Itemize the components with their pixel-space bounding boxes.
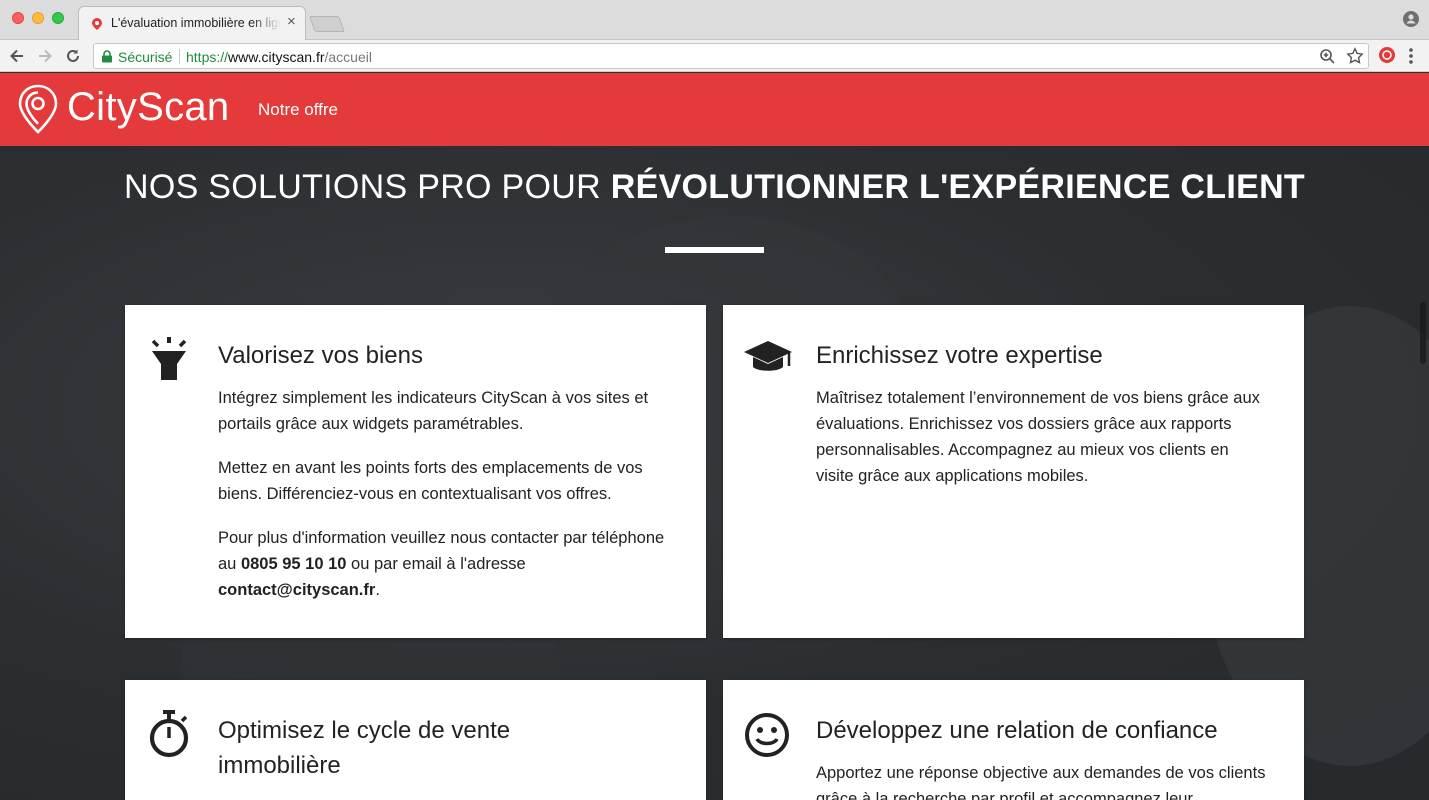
contact-text: . <box>375 581 380 599</box>
url-host: www.cityscan.fr <box>228 49 325 65</box>
card-optimisez: Optimisez le cycle de vente immobilière <box>125 680 706 800</box>
card-body: Intégrez simplement les indicateurs City… <box>218 385 678 621</box>
card-body: Maîtrisez totalement l’environnement de … <box>816 385 1266 507</box>
url-text[interactable]: https://www.cityscan.fr/accueil <box>186 49 372 65</box>
scrollbar-thumb[interactable] <box>1420 302 1426 364</box>
hero-section: NOS SOLUTIONS PRO POUR RÉVOLUTIONNER L'E… <box>0 146 1429 800</box>
lock-icon <box>102 50 112 63</box>
forward-arrow-icon[interactable] <box>35 46 55 66</box>
card-title: Optimisez le cycle de vente immobilière <box>218 717 511 779</box>
url-scheme: https:// <box>186 49 229 65</box>
card-body: Apportez une réponse objective aux deman… <box>816 760 1266 800</box>
card-enrichissez: Enrichissez votre expertise Maîtrisez to… <box>723 305 1304 638</box>
card-valorisez: Valorisez vos biens Intégrez simplement … <box>125 305 706 638</box>
hero-divider <box>665 247 764 253</box>
address-bar[interactable]: Sécurisé https://www.cityscan.fr/accueil <box>93 43 1369 69</box>
browser-toolbar: Sécurisé https://www.cityscan.fr/accueil <box>0 40 1429 72</box>
extension-icon[interactable] <box>1378 46 1396 64</box>
card-paragraph: Maîtrisez totalement l’environnement de … <box>816 389 1260 485</box>
stopwatch-icon <box>149 710 189 758</box>
browser-titlebar: L'évaluation immobilière en ligne × <box>0 0 1429 41</box>
maximize-window-button[interactable] <box>52 12 64 24</box>
close-window-button[interactable] <box>12 12 24 24</box>
menu-icon[interactable] <box>1404 46 1418 66</box>
card-title: Valorisez vos biens <box>218 342 423 369</box>
new-tab-button[interactable] <box>309 16 345 32</box>
contact-text: ou par email à l'adresse <box>346 555 526 573</box>
card-paragraph: Intégrez simplement les indicateurs City… <box>218 389 649 433</box>
lamp-icon <box>151 337 187 380</box>
email-address: contact@cityscan.fr <box>218 581 376 599</box>
secure-label: Sécurisé <box>118 49 173 65</box>
reload-icon[interactable] <box>63 46 83 66</box>
card-paragraph: Apportez une réponse objective aux deman… <box>816 764 1266 800</box>
tab-close-icon[interactable]: × <box>287 14 296 30</box>
hero-title: NOS SOLUTIONS PRO POUR RÉVOLUTIONNER L'E… <box>0 168 1429 207</box>
hero-title-bold: RÉVOLUTIONNER L'EXPÉRIENCE CLIENT <box>610 168 1306 206</box>
cityscan-logo-icon[interactable] <box>16 83 60 135</box>
card-developpez: Développez une relation de confiance App… <box>723 680 1304 800</box>
tab-title: L'évaluation immobilière en ligne <box>111 16 281 30</box>
card-title: Développez une relation de confiance <box>816 717 1218 744</box>
omnibox-divider <box>179 49 180 64</box>
phone-number: 0805 95 10 10 <box>240 555 347 573</box>
site-header: CityScan Notre offre <box>0 73 1429 146</box>
zoom-icon[interactable] <box>1319 48 1336 65</box>
back-arrow-icon[interactable] <box>7 46 27 66</box>
nav-notre-offre[interactable]: Notre offre <box>258 100 338 120</box>
profile-icon[interactable] <box>1403 11 1419 27</box>
cityscan-favicon-icon <box>92 18 102 30</box>
star-icon[interactable] <box>1346 47 1364 65</box>
hero-title-light: NOS SOLUTIONS PRO POUR <box>123 168 601 206</box>
browser-tab[interactable]: L'évaluation immobilière en ligne × <box>78 6 306 41</box>
graduation-cap-icon <box>744 341 792 371</box>
url-path: /accueil <box>324 49 372 65</box>
card-title: Enrichissez votre expertise <box>816 342 1103 369</box>
page-scrollbar[interactable] <box>1417 146 1429 800</box>
smiley-icon <box>745 713 789 757</box>
logo-text[interactable]: CityScan <box>67 85 229 130</box>
minimize-window-button[interactable] <box>32 12 44 24</box>
contact-paragraph: Pour plus d'information veuillez nous co… <box>218 525 678 603</box>
card-paragraph: Mettez en avant les points forts des emp… <box>218 459 643 503</box>
